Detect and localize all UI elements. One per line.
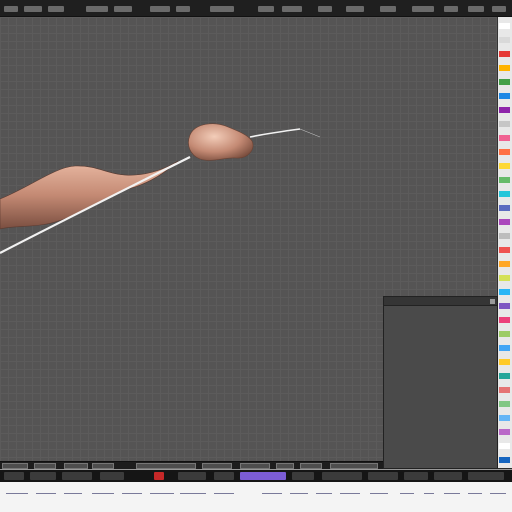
task-button[interactable]: [322, 472, 362, 480]
viewport-toolbar: [0, 461, 383, 469]
menu-item[interactable]: [380, 6, 396, 12]
status-text: [444, 488, 460, 494]
close-icon[interactable]: [490, 299, 495, 304]
color-swatch[interactable]: [499, 373, 510, 379]
status-text: [122, 488, 142, 494]
menu-bar: [0, 0, 512, 17]
app-window: [0, 0, 512, 512]
menu-item[interactable]: [176, 6, 190, 12]
menu-item[interactable]: [468, 6, 484, 12]
task-strip: [0, 470, 512, 482]
menu-item[interactable]: [24, 6, 42, 12]
task-button[interactable]: [368, 472, 398, 480]
task-button[interactable]: [154, 472, 164, 480]
color-swatch[interactable]: [499, 443, 510, 449]
color-swatch[interactable]: [499, 177, 510, 183]
task-button[interactable]: [214, 472, 234, 480]
status-text: [400, 488, 414, 494]
menu-item[interactable]: [412, 6, 434, 12]
task-button[interactable]: [62, 472, 92, 480]
color-swatch[interactable]: [499, 163, 510, 169]
task-button[interactable]: [100, 472, 124, 480]
floating-panel[interactable]: [383, 296, 498, 469]
menu-item[interactable]: [4, 6, 18, 12]
menu-item[interactable]: [114, 6, 132, 12]
color-swatch[interactable]: [499, 107, 510, 113]
menu-item[interactable]: [318, 6, 332, 12]
task-button[interactable]: [4, 472, 24, 480]
color-swatch[interactable]: [499, 247, 510, 253]
color-swatch[interactable]: [499, 93, 510, 99]
menu-item[interactable]: [86, 6, 108, 12]
color-swatch[interactable]: [499, 149, 510, 155]
task-button[interactable]: [30, 472, 56, 480]
color-palette: [498, 17, 512, 468]
menu-item[interactable]: [492, 6, 506, 12]
status-text: [340, 488, 360, 494]
color-swatch[interactable]: [499, 401, 510, 407]
color-swatch[interactable]: [499, 275, 510, 281]
menu-item[interactable]: [258, 6, 274, 12]
color-swatch[interactable]: [499, 121, 510, 127]
color-swatch[interactable]: [499, 261, 510, 267]
color-swatch[interactable]: [499, 331, 510, 337]
color-swatch[interactable]: [499, 345, 510, 351]
status-bar: [0, 469, 512, 512]
color-swatch[interactable]: [499, 65, 510, 71]
color-swatch[interactable]: [499, 457, 510, 463]
status-text: [150, 488, 174, 494]
status-text: [214, 488, 234, 494]
color-swatch[interactable]: [499, 205, 510, 211]
task-button[interactable]: [468, 472, 504, 480]
status-text: [424, 488, 434, 494]
status-text: [468, 488, 482, 494]
status-text: [92, 488, 114, 494]
status-text: [490, 488, 506, 494]
color-swatch[interactable]: [499, 51, 510, 57]
color-swatch[interactable]: [499, 317, 510, 323]
status-text: [180, 488, 206, 494]
color-swatch[interactable]: [499, 359, 510, 365]
task-button[interactable]: [178, 472, 206, 480]
status-text: [6, 488, 28, 494]
spline-tail[interactable]: [249, 128, 301, 138]
menu-item[interactable]: [282, 6, 302, 12]
color-swatch[interactable]: [499, 233, 510, 239]
color-swatch[interactable]: [499, 387, 510, 393]
color-swatch[interactable]: [499, 135, 510, 141]
status-text: [36, 488, 56, 494]
status-text: [262, 488, 282, 494]
color-swatch[interactable]: [499, 303, 510, 309]
color-swatch[interactable]: [499, 23, 510, 29]
menu-item[interactable]: [444, 6, 458, 12]
task-button[interactable]: [434, 472, 462, 480]
color-swatch[interactable]: [499, 219, 510, 225]
panel-titlebar[interactable]: [384, 297, 497, 306]
status-text: [316, 488, 332, 494]
menu-item[interactable]: [150, 6, 170, 12]
color-swatch[interactable]: [499, 79, 510, 85]
spline-end: [299, 128, 321, 138]
status-text: [290, 488, 308, 494]
color-swatch[interactable]: [499, 191, 510, 197]
status-text: [64, 488, 82, 494]
menu-item[interactable]: [210, 6, 234, 12]
color-swatch[interactable]: [499, 37, 510, 43]
status-text: [370, 488, 388, 494]
color-swatch[interactable]: [499, 289, 510, 295]
color-swatch[interactable]: [499, 429, 510, 435]
menu-item[interactable]: [48, 6, 64, 12]
task-button[interactable]: [404, 472, 428, 480]
task-button-active[interactable]: [240, 472, 286, 480]
color-swatch[interactable]: [499, 415, 510, 421]
mesh-blob[interactable]: [188, 123, 254, 161]
menu-item[interactable]: [346, 6, 364, 12]
mesh-body[interactable]: [0, 160, 179, 230]
task-button[interactable]: [292, 472, 314, 480]
